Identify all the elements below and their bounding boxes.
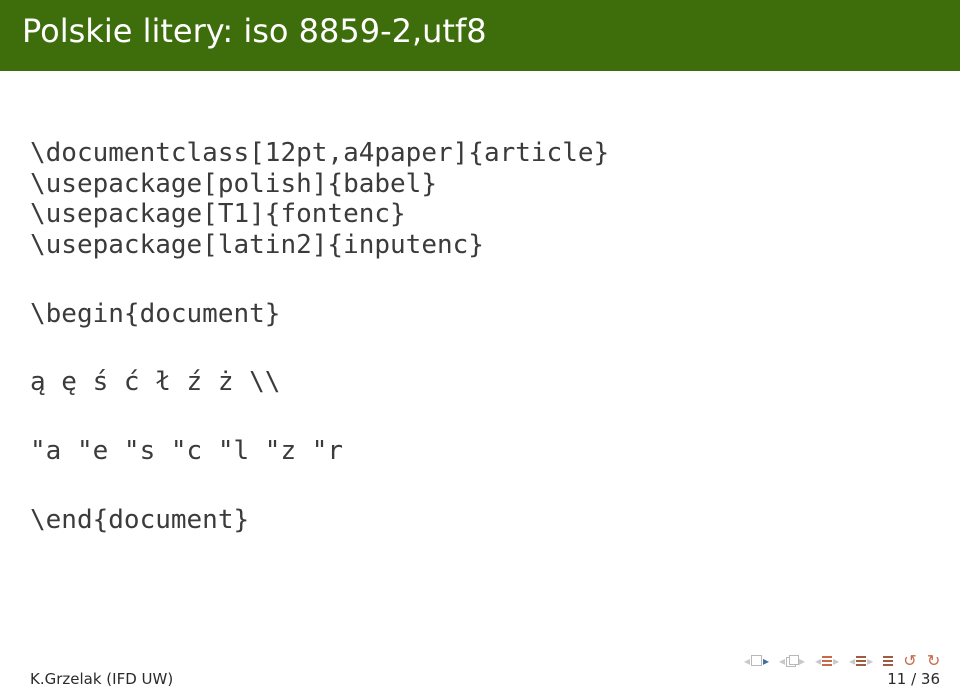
code-preamble: \documentclass[12pt,a4paper]{article} \u… <box>30 138 930 261</box>
footer-page: 11 / 36 <box>887 670 940 688</box>
code-line: \usepackage[T1]{fontenc} <box>30 199 406 229</box>
code-begin: \begin{document} <box>30 299 930 330</box>
slide-footer: K.Grzelak (IFD UW) 11 / 36 <box>0 662 960 688</box>
code-end: \end{document} <box>30 505 930 536</box>
slide-title: Polskie litery: iso 8859-2,utf8 <box>22 12 487 50</box>
code-chars-2: "a "e "s "c "l "z "r <box>30 436 930 467</box>
code-content: \documentclass[12pt,a4paper]{article} \u… <box>0 71 960 604</box>
footer-author: K.Grzelak (IFD UW) <box>30 670 173 688</box>
code-line: \usepackage[latin2]{inputenc} <box>30 230 484 260</box>
code-line: \documentclass[12pt,a4paper]{article} <box>30 138 609 168</box>
code-line: \usepackage[polish]{babel} <box>30 169 437 199</box>
code-line: ą ę ś ć ł ź ż \\ <box>30 367 280 397</box>
code-line: "a "e "s "c "l "z "r <box>30 436 343 466</box>
code-chars-1: ą ę ś ć ł ź ż \\ <box>30 367 930 398</box>
slide-title-bar: Polskie litery: iso 8859-2,utf8 <box>0 0 960 71</box>
code-line: \begin{document} <box>30 299 280 329</box>
code-line: \end{document} <box>30 505 249 535</box>
